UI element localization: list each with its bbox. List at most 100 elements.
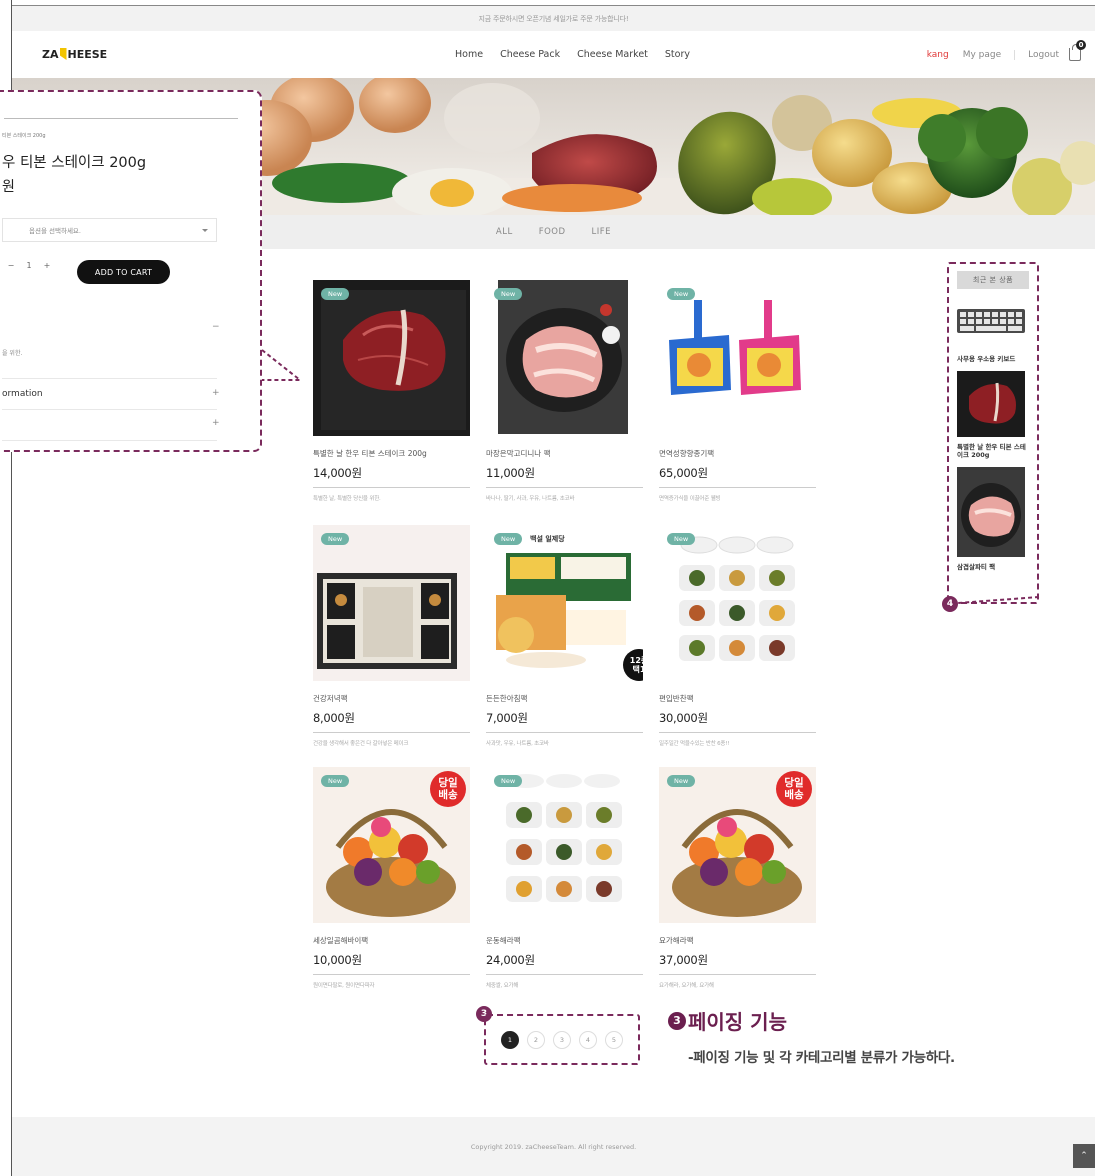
product-image[interactable]: New 당일 배송 [659,767,816,923]
product-price: 30,000원 [659,710,816,733]
page-4[interactable]: 4 [579,1030,597,1049]
recent-item-name[interactable]: 특별한 날 한우 티본 스테이크 200g [957,443,1029,459]
product-price: 7,000원 [486,710,643,733]
product-image[interactable]: New [313,280,470,436]
nav-home[interactable]: Home [455,49,483,60]
popup-product-price: 원 [2,179,15,195]
logout-link[interactable]: Logout [1028,50,1059,60]
recent-title: 최근 본 상품 [957,271,1029,289]
logo-mark-icon [59,48,67,60]
product-image[interactable]: New 당일 배송 [313,767,470,923]
nav-story[interactable]: Story [665,49,690,60]
recent-item-image[interactable] [957,293,1025,349]
product-image[interactable]: New 백설 일제당 12종 택1 [486,525,643,681]
new-badge: New [321,288,350,300]
product-card[interactable]: New 건강저녁팩 8,000원 건강을 생각해서 좋은건 다 갈아넣은 메이크 [313,525,470,747]
product-name[interactable]: 특별한 날 한우 티본 스테이크 200g [313,448,470,459]
product-card[interactable]: New 편입반찬팩 30,000원 일주일간 먹을수있는 반찬 6종!! [659,525,816,747]
footer: Copyright 2019. zaCheeseTeam. All right … [12,1117,1095,1176]
recent-item-name[interactable]: 사무용 우소용 키보드 [957,355,1029,363]
product-image[interactable]: New [486,280,643,436]
product-desc: 바나나, 딸기, 사과, 우유, 나트륨, 초코바 [486,496,575,502]
product-name[interactable]: 면역성향향종기팩 [659,448,816,459]
divider [1014,49,1016,60]
product-card[interactable]: New 특별한 날 한우 티본 스테이크 200g 14,000원 특별한 날,… [313,280,470,502]
promo-text: 지금 주문하시면 오픈기념 세일가로 주문 가능합니다! [478,14,629,23]
mypage-link[interactable]: My page [963,50,1001,60]
breadcrumb: 티본 스테이크 200g [2,133,46,139]
expand-icon[interactable]: + [212,388,220,398]
option-select[interactable]: 옵션을 선택하세요. [2,218,217,242]
qty-plus-button[interactable]: + [38,261,56,270]
dustpan-image [669,300,801,395]
meal-kit-image [496,553,631,668]
side-dish-image [506,774,622,902]
product-name[interactable]: 세상일곰해바이팩 [313,935,470,946]
product-card[interactable]: New 당일 배송 세상일곰해바이팩 10,000원 원이면다팔로, 원이면다파… [313,767,470,989]
side-dish-image [679,536,795,661]
category-food[interactable]: FOOD [539,227,566,237]
page-2[interactable]: 2 [527,1030,545,1049]
new-badge: New [321,533,350,545]
new-badge: New [667,533,696,545]
new-badge: New [321,775,350,787]
category-life[interactable]: LIFE [592,227,612,237]
product-price: 37,000원 [659,952,816,975]
category-all[interactable]: ALL [496,227,513,237]
nav-cheese-pack[interactable]: Cheese Pack [500,49,560,60]
quantity-stepper: − 1 + [2,261,56,270]
product-name[interactable]: 편입반찬팩 [659,693,816,704]
qty-minus-button[interactable]: − [2,261,20,270]
steak-image [313,280,470,436]
product-card[interactable]: New 면역성향향종기팩 65,000원 면역증가식을 이끌어준 웰빙 [659,280,816,502]
product-name[interactable]: 건강저녁팩 [313,693,470,704]
user-area: kang My page Logout 0 [927,40,1086,61]
main-nav: Home Cheese Pack Cheese Market Story [455,49,690,60]
add-to-cart-button[interactable]: ADD TO CART [77,260,170,284]
divider [2,378,217,379]
product-desc: 요가해라, 요가해, 요가해 [659,983,714,989]
cart-icon[interactable]: 0 [1069,40,1086,61]
recent-item-name[interactable]: 삼겹살파티 팩 [957,563,1029,571]
annotation-desc: -페이징 기능 및 각 카테고리별 분류가 가능하다. [688,1050,955,1066]
pagination: 1 2 3 4 5 [484,1014,640,1065]
recent-item-image[interactable] [957,371,1025,437]
username[interactable]: kang [927,50,949,60]
page-3[interactable]: 3 [553,1030,571,1049]
product-price: 65,000원 [659,465,816,488]
product-name[interactable]: 든든한아침팩 [486,693,643,704]
same-day-badge: 당일 배송 [776,771,812,807]
scroll-top-button[interactable]: ⌃ [1073,1144,1095,1168]
product-name[interactable]: 운동해라팩 [486,935,643,946]
accordion-information[interactable]: ormation [2,389,43,399]
copyright: Copyright 2019. zaCheeseTeam. All right … [470,1142,637,1151]
product-card[interactable]: New 백설 일제당 12종 택1 든든한아침팩 7,000원 사과맛, 우유,… [486,525,643,747]
product-name[interactable]: 마장은막고디니나 팩 [486,448,643,459]
logo[interactable]: ZA HEESE [42,48,107,61]
divider [2,409,217,410]
product-card[interactable]: New 당일 배송 요가해라팩 37,000원 요가해라, 요가해, 요가해 [659,767,816,989]
product-image[interactable]: New [486,767,643,923]
qty-value[interactable]: 1 [20,261,38,270]
product-name[interactable]: 요가해라팩 [659,935,816,946]
product-desc: 면역증가식을 이끌어준 웰빙 [659,496,721,502]
gift-set-image [317,573,457,669]
chevron-up-icon: ⌃ [1080,1151,1088,1161]
product-price: 8,000원 [313,710,470,733]
product-image[interactable]: New [313,525,470,681]
product-image[interactable]: New [659,525,816,681]
recent-item-image[interactable] [957,467,1025,557]
product-image[interactable]: New [659,280,816,436]
new-badge: New [667,288,696,300]
expand-icon[interactable]: + [212,418,220,428]
product-card[interactable]: New 운동해라팩 24,000원 체중쌀, 요가해 [486,767,643,989]
annotation-number: 3 [668,1011,686,1030]
new-badge: New [494,775,523,787]
popup-product-title: 우 티본 스테이크 200g [2,155,147,171]
nav-cheese-market[interactable]: Cheese Market [577,49,648,60]
page-1[interactable]: 1 [501,1030,519,1049]
product-card[interactable]: New 마장은막고디니나 팩 11,000원 바나나, 딸기, 사과, 우유, … [486,280,643,502]
collapse-icon[interactable]: − [212,322,220,332]
divider [2,440,217,441]
page-5[interactable]: 5 [605,1030,623,1049]
